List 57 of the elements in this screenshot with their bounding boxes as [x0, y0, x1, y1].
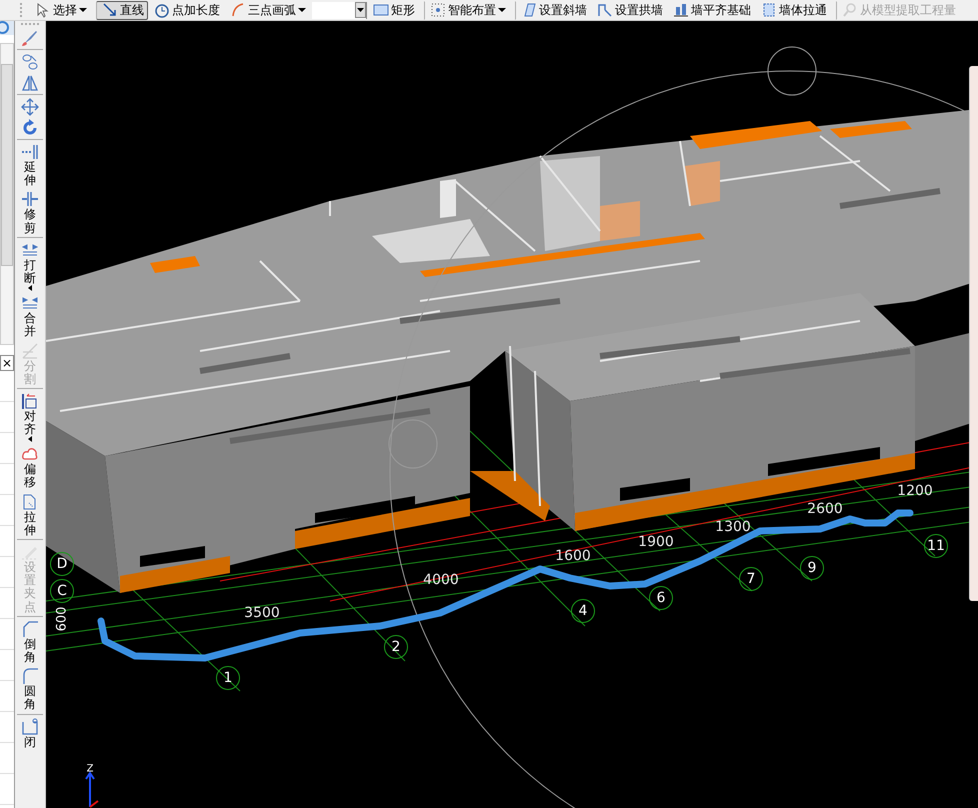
- tool-button[interactable]: 修剪: [17, 189, 43, 236]
- axis-label: 9: [800, 556, 824, 580]
- move-icon: [21, 98, 39, 116]
- axis-label: 4: [571, 599, 595, 623]
- search-icon: [842, 2, 858, 18]
- tool-button[interactable]: 合并: [17, 293, 43, 340]
- tool-button[interactable]: 偏移: [17, 444, 43, 491]
- line-icon: [102, 2, 118, 18]
- caret-icon: [27, 285, 33, 292]
- tool-button[interactable]: 打断: [17, 236, 43, 292]
- dimension-label: 1300: [715, 519, 751, 535]
- toolbar-grip[interactable]: [20, 3, 25, 17]
- toolbar-button[interactable]: 墙平齐基础: [669, 0, 755, 20]
- tool-button[interactable]: 圆角: [17, 666, 43, 712]
- toolbar-button[interactable]: 智能布置: [424, 0, 510, 20]
- toolbar-grip[interactable]: [21, 23, 39, 27]
- caret-icon: [27, 436, 33, 442]
- grid-dots-icon: [430, 2, 446, 18]
- axis-triad-drawing: [85, 771, 99, 808]
- mirror-icon: [21, 74, 39, 92]
- axis-label: 1: [216, 666, 240, 690]
- cursor-icon: [35, 2, 51, 18]
- tool-button[interactable]: 对齐: [17, 388, 43, 444]
- arc-icon: [230, 2, 246, 18]
- axis-label: 2: [384, 635, 408, 659]
- tool-button[interactable]: 倒角: [17, 616, 43, 666]
- toolbar-button[interactable]: 点加长度: [150, 0, 224, 20]
- ovals-icon: [21, 53, 39, 71]
- axis-label: 7: [739, 567, 763, 591]
- scrollbar[interactable]: [0, 43, 14, 345]
- dropdown-field[interactable]: [312, 2, 367, 18]
- toolbar-button[interactable]: 选择: [31, 0, 91, 20]
- axis-label: 11: [924, 534, 948, 558]
- toolbar-button[interactable]: 设置斜墙: [515, 0, 591, 20]
- tool-button[interactable]: 拉伸: [17, 492, 43, 538]
- dimension-label: 3500: [244, 605, 280, 621]
- toolbar-button[interactable]: 墙体拉通: [757, 0, 831, 20]
- axis-label: C: [50, 579, 74, 603]
- dimension-label: 1900: [638, 534, 674, 550]
- caret-icon: [355, 2, 366, 18]
- tool-button[interactable]: [17, 49, 43, 72]
- tool-button[interactable]: [17, 94, 43, 117]
- tool-button[interactable]: 闭: [17, 714, 43, 750]
- axis-label: D: [50, 552, 74, 576]
- axis-label: 6: [649, 586, 673, 610]
- toolbar-button[interactable]: 三点画弧: [226, 0, 310, 20]
- toolbar-button[interactable]: 矩形: [369, 0, 419, 20]
- toolbar-button[interactable]: 设置拱墙: [593, 0, 667, 20]
- dimension-label: 600: [54, 606, 70, 632]
- axis-label: Z: [86, 764, 94, 774]
- rectangle-icon: [373, 2, 389, 18]
- toolbar-button[interactable]: 直线: [96, 0, 148, 20]
- close-button[interactable]: ×: [0, 355, 14, 371]
- brush-icon: [21, 29, 39, 47]
- rotate-icon: [21, 119, 39, 137]
- dimension-label: 1600: [555, 548, 591, 564]
- tool-button[interactable]: 延伸: [17, 139, 43, 188]
